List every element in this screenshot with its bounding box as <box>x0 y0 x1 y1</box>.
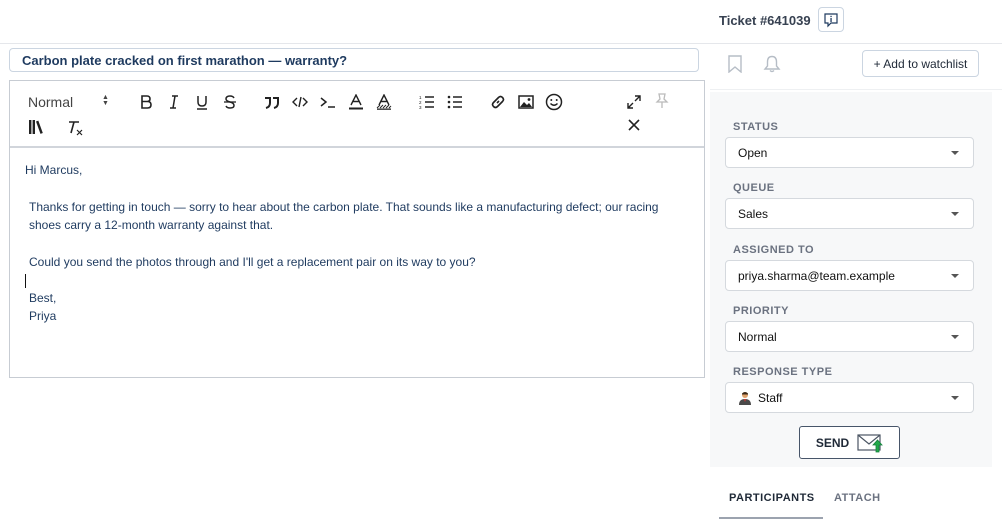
top-bar: Ticket #641039 <box>0 0 1002 44</box>
bullet-list-icon <box>447 95 462 109</box>
underline-icon <box>197 95 207 110</box>
bold-icon <box>141 95 152 109</box>
notify-button[interactable] <box>761 53 783 75</box>
italic-button[interactable] <box>163 92 185 112</box>
response-type-select[interactable]: Staff <box>725 382 974 413</box>
font-color-button[interactable] <box>345 92 367 112</box>
background-color-button[interactable] <box>373 92 395 112</box>
code-block-button[interactable] <box>317 92 339 112</box>
format-select-label: Normal <box>28 94 74 110</box>
subject-field[interactable]: Carbon plate cracked on first marathon —… <box>9 48 699 72</box>
paragraph-1: Thanks for getting in touch — sorry to h… <box>29 200 659 232</box>
close-editor-button[interactable] <box>623 115 645 135</box>
ordered-list-button[interactable]: 123 <box>416 92 438 112</box>
assigned-value: priya.sharma@team.example <box>738 269 895 283</box>
code-button[interactable] <box>289 92 311 112</box>
signature-name: Priya <box>29 309 57 323</box>
response-type-label: RESPONSE TYPE <box>733 366 833 378</box>
pin-icon <box>655 93 669 108</box>
status-value: Open <box>738 146 768 160</box>
signoff-line: Best, <box>29 291 57 305</box>
tab-attach[interactable]: ATTACH <box>834 492 881 504</box>
link-icon <box>491 95 505 109</box>
expand-button[interactable] <box>623 92 645 112</box>
bullet-list-button[interactable] <box>444 92 466 112</box>
add-to-watchlist-button[interactable]: + Add to watchlist <box>862 50 979 77</box>
pin-button[interactable] <box>651 91 673 111</box>
info-button[interactable] <box>818 7 844 32</box>
send-button[interactable]: SEND <box>799 426 900 459</box>
code-block-icon <box>320 97 335 108</box>
reply-editor[interactable]: Normal ▲ ▼ 1 2 3 Hi Marcus, Thanks for g… <box>9 80 705 378</box>
priority-label: PRIORITY <box>733 305 789 317</box>
bookmark-icon <box>728 55 742 73</box>
queue-label: QUEUE <box>733 182 775 194</box>
status-select[interactable]: Open <box>725 137 974 168</box>
expand-icon <box>627 95 641 109</box>
underline-button[interactable] <box>191 92 213 112</box>
send-label: SEND <box>815 435 850 450</box>
ticket-number: Ticket #641039 <box>719 13 811 28</box>
paragraph-2: Could you send the photos through and I'… <box>29 255 476 269</box>
status-label: STATUS <box>733 121 779 133</box>
emoji-icon <box>545 93 563 111</box>
ordered-list-icon: 123 <box>419 95 434 109</box>
info-icon <box>824 12 838 27</box>
chevron-down-icon <box>951 151 959 155</box>
chevron-down-icon <box>951 335 959 339</box>
library-button[interactable] <box>25 117 47 137</box>
code-icon <box>292 96 308 108</box>
queue-select[interactable]: Sales <box>725 198 974 229</box>
tab-participants[interactable]: PARTICIPANTS <box>729 492 815 504</box>
strikethrough-icon <box>224 95 236 109</box>
link-button[interactable] <box>487 92 509 112</box>
active-tab-indicator <box>719 517 823 519</box>
image-button[interactable] <box>515 92 537 112</box>
bold-button[interactable] <box>135 92 157 112</box>
assigned-select[interactable]: priya.sharma@team.example <box>725 260 974 291</box>
italic-icon <box>170 95 178 109</box>
library-icon <box>29 120 43 134</box>
priority-value: Normal <box>738 330 777 344</box>
select-arrows-icon: ▲ ▼ <box>102 94 109 107</box>
chevron-down-icon <box>951 396 959 400</box>
bell-icon <box>763 55 781 73</box>
format-select[interactable]: Normal ▲ ▼ <box>28 92 114 112</box>
quote-button[interactable] <box>261 92 283 112</box>
priority-select[interactable]: Normal <box>725 321 974 352</box>
message-body[interactable]: Hi Marcus, Thanks for getting in touch —… <box>25 161 690 325</box>
cursor-line <box>25 271 690 289</box>
clear-format-button[interactable] <box>65 118 87 138</box>
font-color-icon <box>349 94 363 110</box>
close-icon <box>628 119 640 131</box>
bookmark-button[interactable] <box>724 53 746 75</box>
text-caret <box>25 273 26 288</box>
send-mail-icon <box>857 433 884 452</box>
strikethrough-button[interactable] <box>219 92 241 112</box>
emoji-button[interactable] <box>543 92 565 112</box>
background-color-icon <box>376 94 392 110</box>
clear-format-icon <box>69 121 83 136</box>
chevron-down-icon <box>951 212 959 216</box>
assigned-label: ASSIGNED TO <box>733 244 815 256</box>
queue-value: Sales <box>738 207 769 221</box>
greeting-line: Hi Marcus, <box>25 163 83 177</box>
svg-text:3: 3 <box>419 105 422 109</box>
quote-icon <box>265 97 279 109</box>
image-icon <box>518 95 534 109</box>
response-type-value: Staff <box>758 391 783 405</box>
editor-toolbar: Normal ▲ ▼ 1 2 3 <box>10 81 704 148</box>
chevron-down-icon <box>951 274 959 278</box>
staff-icon <box>739 392 751 405</box>
